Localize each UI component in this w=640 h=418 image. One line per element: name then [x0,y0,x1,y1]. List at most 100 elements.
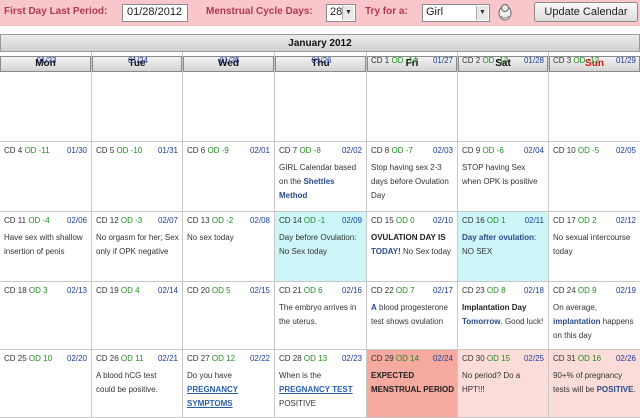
cycle-day: CD 8 [371,146,392,155]
day-notes: Implantation Day Tomorrow. Good luck! [462,301,544,329]
calendar-day-cell: CD 2 OD -13 01/28 [458,52,549,142]
note-link[interactable]: SYMPTOMS [187,397,270,411]
calendar-day-cell: CD 9 OD -6 02/04 STOP having Sex when OPK i… [458,142,549,212]
note-link[interactable]: PREGNANCY TEST [279,383,362,397]
note-line: A blood progesterone [371,303,448,312]
cycle-days-select[interactable]: 28 ▼ [326,4,356,22]
day-notes: A blood progesterone test shows ovulation [371,301,453,329]
day-header: CD 2 OD -13 01/28 [462,56,546,66]
ovulation-day: OD -13 [482,56,509,65]
cycle-day: CD 9 [462,146,483,155]
calendar-day-cell: CD 25 OD 10 02/20 [0,350,92,418]
ovulation-day: OD 14 [395,354,420,363]
update-calendar-button[interactable]: Update Calendar [534,2,638,22]
note-line: Method [279,191,308,200]
ovulation-day: OD -4 [28,216,50,225]
cycle-day: CD 5 [96,146,117,155]
calendar-day-cell: CD 28 OD 13 02/23 When is the PREGNANCY TES… [275,350,367,418]
cycle-day: CD 25 [4,354,29,363]
note-line: days before Ovulation [371,177,449,186]
cell-date: 02/19 [615,286,636,295]
day-header: CD 12 OD -3 02/07 [96,216,180,226]
day-header: CD 9 OD -6 02/04 [462,146,546,156]
note-link[interactable]: PREGNANCY [187,383,270,397]
note-line: NO SEX [462,247,493,256]
cycle-day: CD 11 [4,216,29,225]
day-notes: STOP having Sex when OPK is positive [462,161,544,189]
note-line: insertion of penis [4,247,65,256]
ovulation-day: OD -5 [577,146,600,155]
day-header: CD 31 OD 16 02/26 [553,354,638,364]
note-line: Do you have [187,371,232,380]
calendar-day-cell: CD 6 OD -9 02/01 [183,142,275,212]
cell-date: 02/07 [157,216,178,225]
calendar-day-cell: CD 14 OD -1 02/09 Day before Ovulation: No … [275,212,367,282]
cell-date: 02/26 [615,354,636,363]
cycle-day: CD 1 [371,56,392,65]
ovulation-day: OD -11 [24,146,50,155]
ovulation-day: OD -7 [391,146,413,155]
try-for-label: Try for a: [365,6,408,17]
note-line: 90+% of pregnancy [553,371,623,380]
day-notes: The embryo arrives in the uterus. [279,301,362,329]
cycle-day: CD 2 [462,56,483,65]
day-header: CD 22 OD 7 02/17 [371,286,455,296]
calendar-day-cell: 01/24 [92,52,183,142]
cell-date: 02/08 [249,216,270,225]
note-line: TODAY! No Sex today [371,247,452,256]
cell-date: 02/18 [523,286,544,295]
day-header: CD 7 OD -8 02/02 [279,146,364,156]
note-line: Stop having sex 2-3 [371,163,442,172]
day-header: CD 26 OD 11 02/21 [96,354,180,364]
day-notes: A blood hCG test could be positive. [96,369,178,397]
ovulation-day: OD 4 [120,286,140,295]
ovulation-day: OD 3 [28,286,48,295]
cell-date: 02/06 [66,216,87,225]
ovulation-day: OD -10 [116,146,143,155]
note-line: implantation happens [553,317,634,326]
note-line: EXPECTED [371,371,415,380]
cycle-day: CD 24 [553,286,578,295]
calendar-day-cell: CD 24 OD 9 02/19 On average, implantation h… [549,282,640,350]
note-line: on the Shettles [279,177,335,186]
ovulation-day: OD 0 [395,216,415,225]
day-header: CD 13 OD -2 02/08 [187,216,272,226]
cycle-day: CD 4 [4,146,25,155]
ovulation-day: OD -2 [211,216,234,225]
ovulation-day: OD 1 [486,216,506,225]
day-header: 01/25 [187,56,272,66]
note-line: No sexual intercourse [553,233,631,242]
cell-date: 02/13 [66,286,87,295]
ovulation-day: OD 8 [486,286,506,295]
day-header: CD 23 OD 8 02/18 [462,286,546,296]
day-notes: No orgasm for her; Sex only if OPK negati… [96,231,179,259]
cycle-day: CD 21 [279,286,304,295]
note-line: the uterus. [279,317,317,326]
note-line: STOP having Sex [462,163,526,172]
cycle-day: CD 15 [371,216,396,225]
day-notes: GIRL Calendar based on the Shettles Method [279,161,362,203]
day-header: CD 25 OD 10 02/20 [4,354,89,364]
calendar-day-cell: CD 12 OD -3 02/07 No orgasm for her; Sex on… [92,212,183,282]
note-line: A blood hCG test [96,371,157,380]
note-line: today [553,247,573,256]
cell-date: 01/28 [523,56,544,65]
calendar-day-cell: CD 8 OD -7 02/03 Stop having sex 2-3 days b… [367,142,458,212]
cycle-day: CD 13 [187,216,212,225]
day-header: CD 11 OD -4 02/06 [4,216,89,226]
day-header: 01/26 [279,56,364,66]
note-line: POSITIVE [279,399,316,408]
baby-icon [498,4,512,21]
cycle-day: CD 10 [553,146,578,155]
gender-select[interactable]: Girl ▼ [422,4,490,22]
calendar-day-cell: CD 5 OD -10 01/31 [92,142,183,212]
day-header: 01/24 [96,56,180,66]
ovulation-day: OD 6 [303,286,323,295]
day-header: CD 28 OD 13 02/23 [279,354,364,364]
day-notes: When is the PREGNANCY TEST POSITIVE [279,369,362,411]
calendar-day-cell: 01/23 [0,52,92,142]
cycle-day: CD 28 [279,354,304,363]
day-header: CD 24 OD 9 02/19 [553,286,638,296]
calendar-day-cell: CD 13 OD -2 02/08 No sex today [183,212,275,282]
first-day-input[interactable]: 01/28/2012 [122,4,188,22]
